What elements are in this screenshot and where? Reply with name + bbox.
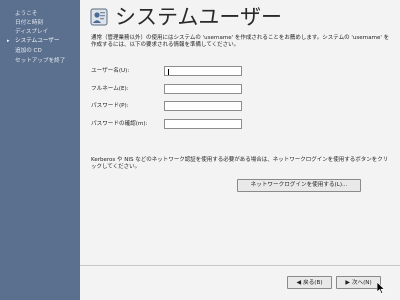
next-button[interactable]: ▶ 次へ(N) [336, 276, 381, 289]
back-button[interactable]: ◀ 戻る(B) [287, 276, 332, 289]
network-login-button[interactable]: ネットワークログインを使用する(L)... [237, 179, 361, 192]
fullname-input[interactable] [164, 84, 242, 94]
current-step-arrow-icon: ▸ [7, 38, 10, 44]
next-button-label: 次へ(N) [351, 280, 372, 286]
user-setup-icon [90, 8, 108, 26]
main-panel: システムユーザー 通常（管理業務以外）の使用にはシステムの 'username'… [80, 0, 400, 300]
divider [80, 265, 400, 266]
sidebar-item-display: ディスプレイ [15, 29, 49, 35]
network-login-text: Kerberos や NIS などのネットワーク認証を使用する必要がある場合は、… [91, 157, 389, 171]
sidebar-item-date-time: 日付と時刻 [15, 20, 43, 26]
fullname-label: フルネーム(E): [91, 86, 129, 92]
password-input[interactable] [164, 101, 242, 111]
back-button-label: 戻る(B) [303, 280, 323, 286]
sidebar-item-additional-cd: 追加の CD [15, 48, 42, 54]
sidebar-item-welcome: ようこそ [15, 11, 38, 17]
username-input[interactable] [164, 66, 242, 76]
arrow-left-icon: ◀ [296, 279, 302, 286]
arrow-right-icon: ▶ [345, 279, 350, 286]
sidebar-item-finish-setup: セットアップを終了 [15, 58, 66, 64]
text-cursor [168, 69, 169, 75]
page-title: システムユーザー [115, 5, 282, 29]
mouse-pointer-icon [377, 282, 385, 294]
password-label: パスワード(P): [91, 103, 129, 109]
confirm-password-label: パスワードの確認(m): [91, 121, 148, 127]
sidebar-item-system-user: システムユーザー [15, 38, 60, 44]
sidebar: ようこそ 日付と時刻 ディスプレイ ▸ システムユーザー 追加の CD セットア… [0, 0, 80, 300]
intro-text: 通常（管理業務以外）の使用にはシステムの 'username' を作成されること… [91, 35, 390, 49]
username-label: ユーザー名(U): [91, 68, 130, 74]
confirm-password-input[interactable] [164, 119, 242, 129]
